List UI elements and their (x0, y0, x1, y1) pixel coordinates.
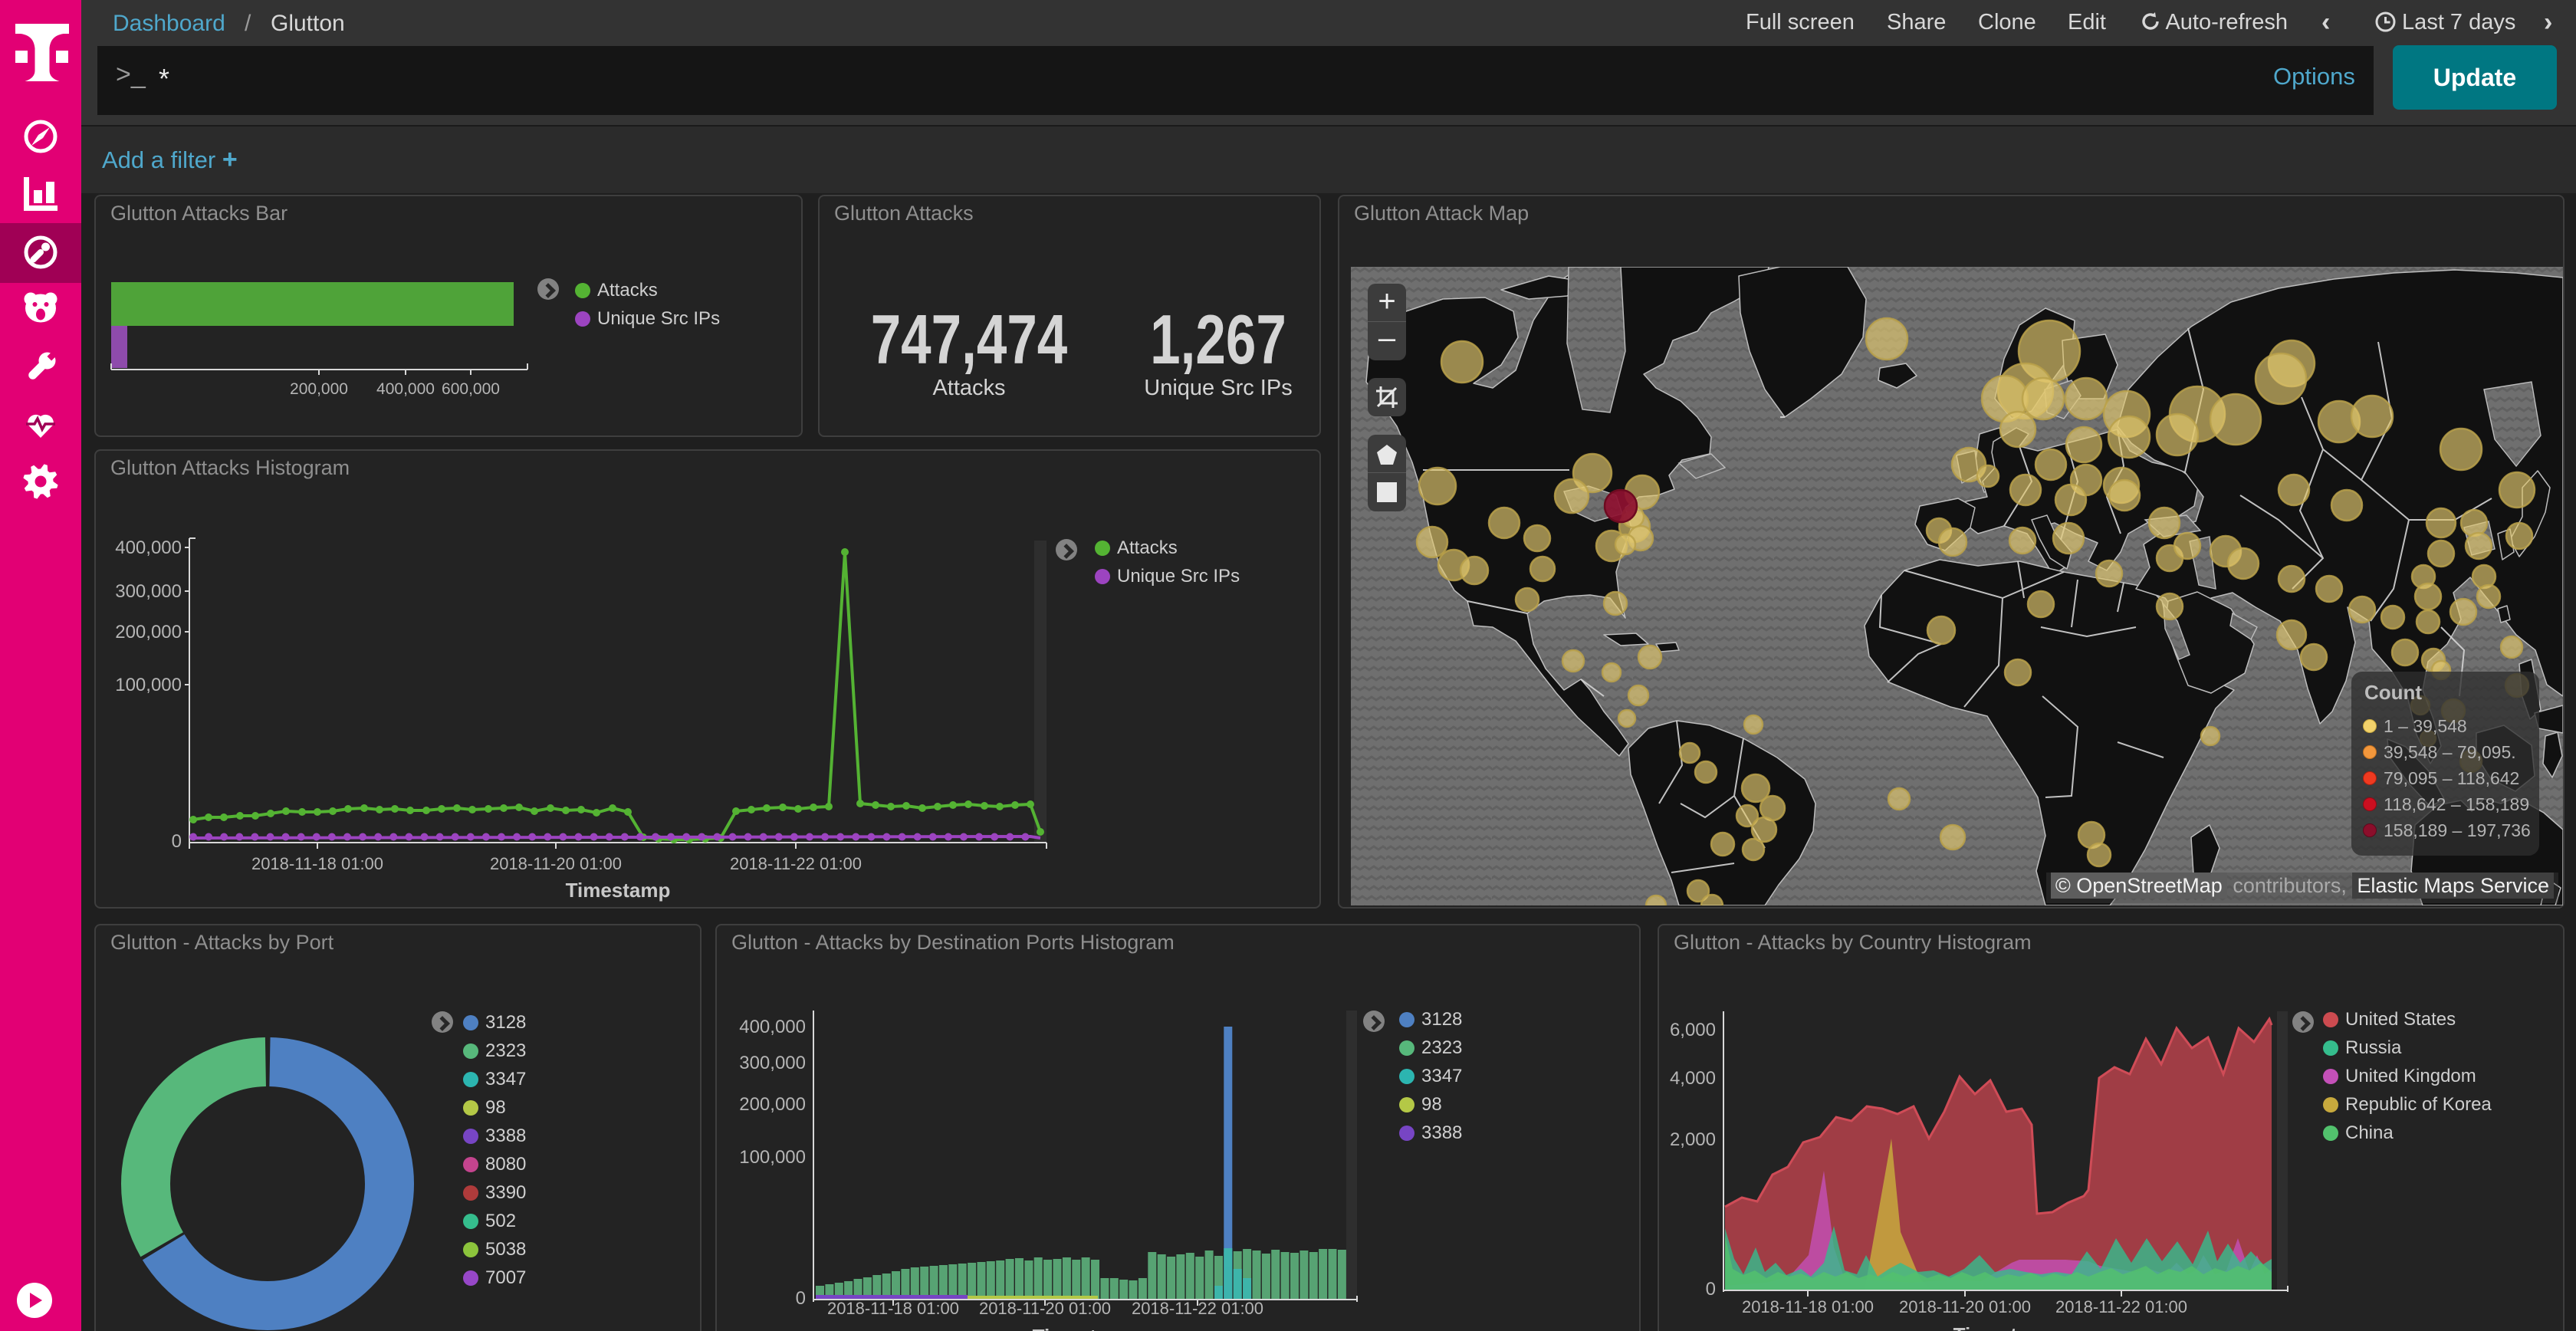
svg-text:200,000: 200,000 (290, 380, 348, 398)
svg-text:200,000: 200,000 (115, 622, 182, 642)
svg-text:100,000: 100,000 (739, 1147, 806, 1168)
svg-text:2018-11-20 01:00: 2018-11-20 01:00 (1899, 1297, 2031, 1316)
svg-text:2018-11-18 01:00: 2018-11-18 01:00 (251, 854, 383, 873)
svg-text:Timestamp: Timestamp (1953, 1323, 2058, 1331)
svg-text:200,000: 200,000 (739, 1094, 806, 1115)
svg-text:2018-11-20 01:00: 2018-11-20 01:00 (979, 1299, 1111, 1318)
svg-text:0: 0 (1706, 1279, 1716, 1300)
svg-text:2,000: 2,000 (1670, 1129, 1716, 1150)
svg-text:Timestamp: Timestamp (1033, 1325, 1138, 1331)
svg-text:2018-11-22 01:00: 2018-11-22 01:00 (2055, 1297, 2187, 1316)
svg-text:6,000: 6,000 (1670, 1020, 1716, 1040)
svg-text:2018-11-22 01:00: 2018-11-22 01:00 (1132, 1299, 1263, 1318)
svg-text:2018-11-18 01:00: 2018-11-18 01:00 (1742, 1297, 1874, 1316)
svg-text:2018-11-18 01:00: 2018-11-18 01:00 (827, 1299, 959, 1318)
svg-text:4,000: 4,000 (1670, 1068, 1716, 1089)
svg-text:300,000: 300,000 (739, 1053, 806, 1073)
svg-text:0: 0 (172, 831, 182, 852)
svg-text:600,000: 600,000 (442, 380, 500, 398)
svg-text:400,000: 400,000 (739, 1017, 806, 1037)
svg-text:2018-11-20 01:00: 2018-11-20 01:00 (490, 854, 622, 873)
svg-text:400,000: 400,000 (376, 380, 435, 398)
svg-text:100,000: 100,000 (115, 675, 182, 695)
svg-text:2018-11-22 01:00: 2018-11-22 01:00 (730, 854, 862, 873)
svg-text:300,000: 300,000 (115, 581, 182, 602)
svg-text:400,000: 400,000 (115, 537, 182, 558)
svg-text:0: 0 (796, 1288, 806, 1309)
svg-text:Timestamp: Timestamp (566, 879, 671, 902)
